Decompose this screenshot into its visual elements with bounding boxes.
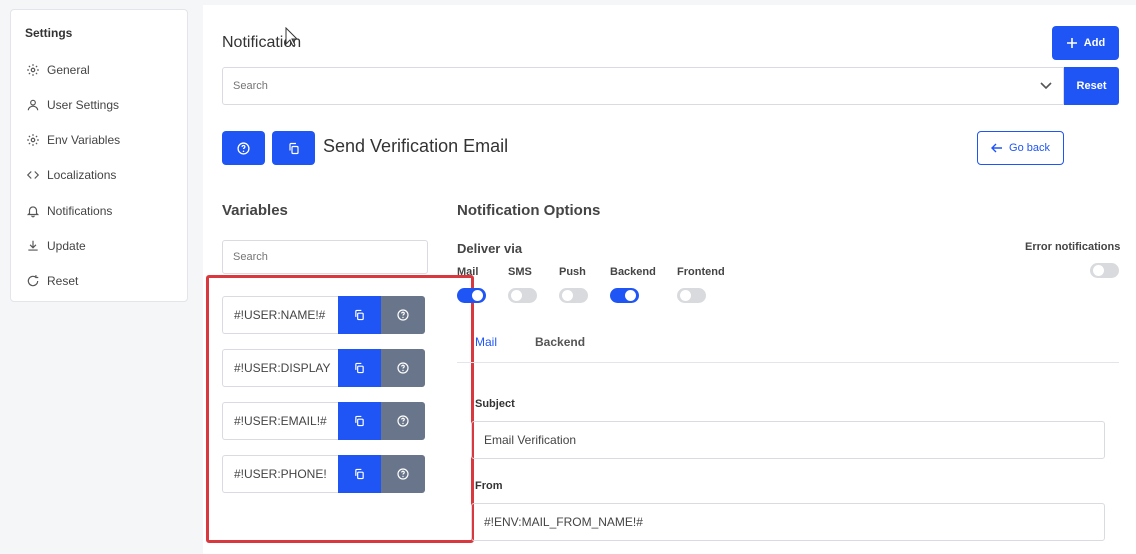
subject-label: Subject <box>475 398 515 410</box>
toggle-label-push: Push <box>559 266 586 278</box>
toggle-label-sms: SMS <box>508 266 532 278</box>
copy-icon <box>355 309 364 321</box>
sidebar-item-label: Env Variables <box>47 133 121 147</box>
from-label: From <box>475 480 503 492</box>
variable-row: #!USER:DISPLAY <box>222 349 425 387</box>
notification-search[interactable] <box>222 67 1064 105</box>
toggle-frontend[interactable] <box>677 288 706 303</box>
variable-help-button[interactable] <box>381 349 425 387</box>
variable-row: #!USER:NAME!# <box>222 296 425 334</box>
question-icon <box>237 141 250 155</box>
variable-row: #!USER:EMAIL!# <box>222 402 425 440</box>
copy-icon <box>288 142 299 154</box>
sidebar-item-reset[interactable]: Reset <box>25 271 185 291</box>
gear-icon <box>25 132 41 148</box>
mouse-cursor-icon <box>285 27 299 47</box>
toggle-mail[interactable] <box>457 288 486 303</box>
options-heading: Notification Options <box>457 202 601 219</box>
sidebar-item-general[interactable]: General <box>25 60 185 80</box>
variable-field[interactable]: #!USER:EMAIL!# <box>222 402 338 440</box>
toggle-sms[interactable] <box>508 288 537 303</box>
sidebar-item-label: General <box>47 63 90 77</box>
download-icon <box>25 238 41 254</box>
toggle-backend[interactable] <box>610 288 639 303</box>
detail-title: Send Verification Email <box>323 136 509 156</box>
search-input[interactable] <box>223 80 1029 92</box>
copy-icon <box>355 415 364 427</box>
variable-copy-button[interactable] <box>338 402 381 440</box>
tab-divider <box>457 362 1119 363</box>
toggle-error-notifications[interactable] <box>1090 263 1119 278</box>
copy-icon <box>355 468 364 480</box>
question-icon <box>397 468 409 480</box>
variable-field[interactable]: #!USER:DISPLAY <box>222 349 338 387</box>
variable-field[interactable]: #!USER:PHONE! <box>222 455 338 493</box>
toggle-label-backend: Backend <box>610 266 656 278</box>
subject-field[interactable]: Email Verification <box>471 421 1105 459</box>
main-panel: Notification Add Reset Send Verification… <box>203 5 1136 554</box>
toggle-label-mail: Mail <box>457 266 479 278</box>
tab-backend[interactable]: Backend <box>535 335 585 349</box>
user-icon <box>25 97 41 113</box>
sidebar-item-user-settings[interactable]: User Settings <box>25 95 185 115</box>
chevron-down-icon[interactable] <box>1029 81 1063 91</box>
from-field[interactable]: #!ENV:MAIL_FROM_NAME!# <box>471 503 1105 541</box>
gear-icon <box>25 62 41 78</box>
sidebar-item-label: Update <box>47 239 86 253</box>
copy-icon <box>355 362 364 374</box>
question-icon <box>397 362 409 374</box>
bell-icon <box>25 203 41 219</box>
variable-copy-button[interactable] <box>338 296 381 334</box>
help-button[interactable] <box>222 131 265 165</box>
add-button-label: Add <box>1083 37 1106 49</box>
add-button[interactable]: Add <box>1052 26 1119 60</box>
code-icon <box>25 167 41 183</box>
sidebar-item-notifications[interactable]: Notifications <box>25 201 185 221</box>
tab-mail[interactable]: Mail <box>475 335 497 349</box>
variable-help-button[interactable] <box>381 455 425 493</box>
variable-copy-button[interactable] <box>338 349 381 387</box>
variables-heading: Variables <box>222 202 288 219</box>
sidebar-item-label: Localizations <box>47 168 117 182</box>
go-back-label: Go back <box>1009 142 1050 154</box>
reset-button[interactable]: Reset <box>1064 67 1119 105</box>
refresh-icon <box>25 273 41 289</box>
plus-icon <box>1066 38 1077 48</box>
variable-copy-button[interactable] <box>338 455 381 493</box>
sidebar-item-label: User Settings <box>47 98 120 112</box>
sidebar-title: Settings <box>25 26 73 40</box>
toggle-label-frontend: Frontend <box>677 266 725 278</box>
copy-button[interactable] <box>272 131 315 165</box>
sidebar-item-label: Notifications <box>47 204 113 218</box>
sidebar-item-env-variables[interactable]: Env Variables <box>25 130 185 150</box>
toggle-push[interactable] <box>559 288 588 303</box>
sidebar-item-update[interactable]: Update <box>25 236 185 256</box>
variable-row: #!USER:PHONE! <box>222 455 425 493</box>
deliver-via-label: Deliver via <box>457 241 523 256</box>
error-notifications-label: Error notifications <box>1025 241 1121 253</box>
settings-sidebar: Settings General User Settings Env Varia… <box>10 9 188 302</box>
arrow-left-icon <box>991 143 1003 153</box>
question-icon <box>397 415 409 427</box>
variables-search-input[interactable] <box>222 240 428 274</box>
sidebar-item-label: Reset <box>47 274 79 288</box>
variable-help-button[interactable] <box>381 296 425 334</box>
question-icon <box>397 309 409 321</box>
sidebar-item-localizations[interactable]: Localizations <box>25 165 185 185</box>
variable-help-button[interactable] <box>381 402 425 440</box>
go-back-button[interactable]: Go back <box>977 131 1064 165</box>
variable-field[interactable]: #!USER:NAME!# <box>222 296 338 334</box>
